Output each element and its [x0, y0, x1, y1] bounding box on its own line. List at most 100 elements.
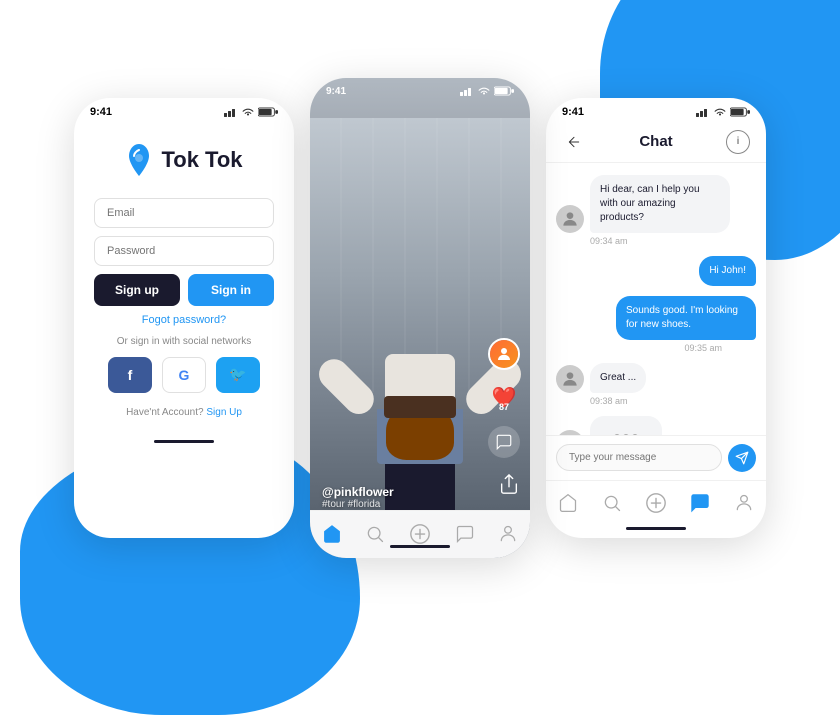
phone-login: 9:41: [74, 98, 294, 538]
chat-signal-icon: [696, 107, 710, 117]
battery-icon: [258, 107, 278, 117]
email-input[interactable]: [94, 198, 274, 228]
send-icon: [735, 451, 749, 465]
signin-button[interactable]: Sign in: [188, 274, 274, 306]
feed-actions: ❤️ 87: [488, 338, 520, 458]
sender-avatar-1: [556, 205, 584, 233]
heart-action[interactable]: ❤️ 87: [490, 384, 518, 412]
feed-wifi-icon: [477, 86, 491, 96]
back-icon: [566, 134, 582, 150]
info-button[interactable]: i: [726, 130, 750, 154]
login-time: 9:41: [90, 106, 112, 118]
register-text: Have'nt Account? Sign Up: [126, 407, 242, 418]
nav-profile[interactable]: [498, 524, 518, 544]
message-3: Sounds good. I'm looking for new shoes. …: [556, 296, 756, 353]
message-input[interactable]: [556, 444, 722, 471]
chat-input-area: [546, 435, 766, 480]
chat-nav: [546, 480, 766, 521]
feed-overlay-info: @pinkflower #tour #florida: [322, 485, 394, 510]
chat-add-icon: [645, 492, 667, 514]
logo-area: Tok Tok: [125, 142, 242, 178]
message-5-typing: [556, 416, 756, 435]
feed-signal-icon: [460, 86, 474, 96]
chat-header: Chat i: [546, 122, 766, 163]
profile-nav-icon: [498, 524, 518, 544]
social-label: Or sign in with social networks: [117, 336, 252, 347]
chat-nav-messages[interactable]: [686, 489, 714, 517]
home-indicator: [154, 440, 214, 443]
register-link[interactable]: Sign Up: [206, 407, 242, 418]
feed-nav: [310, 510, 530, 558]
feed-tags: #tour #florida: [322, 499, 394, 510]
feed-home-indicator: [390, 545, 450, 548]
message-1: Hi dear, can I help you with our amazing…: [556, 175, 756, 246]
chat-nav-profile[interactable]: [730, 489, 758, 517]
phone-chat: 9:41: [546, 98, 766, 538]
creator-avatar[interactable]: [488, 338, 520, 370]
nav-home[interactable]: [322, 524, 342, 544]
logo-text: Tok Tok: [161, 147, 242, 173]
chat-profile-icon: [734, 493, 754, 513]
back-button[interactable]: [562, 130, 586, 154]
chat-search-icon: [602, 493, 622, 513]
message-bubble-4: Great ...: [590, 363, 646, 393]
signup-button[interactable]: Sign up: [94, 274, 180, 306]
chat-home-icon: [558, 493, 578, 513]
logo-icon: [125, 142, 153, 178]
message-time-4: 09:38 am: [590, 396, 756, 406]
nav-chat[interactable]: [455, 524, 475, 544]
avatar-icon-1: [560, 209, 580, 229]
chat-wifi-icon: [713, 107, 727, 117]
send-button[interactable]: [728, 444, 756, 472]
chat-battery-icon: [730, 107, 750, 117]
feed-time: 9:41: [326, 86, 346, 97]
login-status-bar: 9:41: [74, 98, 294, 122]
home-icon: [322, 524, 342, 544]
chat-status-icons: [696, 107, 750, 117]
nav-search[interactable]: [365, 524, 385, 544]
login-status-icons: [224, 107, 278, 117]
google-button[interactable]: G: [162, 357, 206, 393]
chat-time: 9:41: [562, 106, 584, 118]
typing-bubble: [590, 416, 662, 435]
chat-title: Chat: [639, 133, 672, 150]
avatar-icon: [495, 345, 513, 363]
facebook-button[interactable]: f: [108, 357, 152, 393]
forgot-password-link[interactable]: Fogot password?: [142, 314, 226, 326]
signal-icon: [224, 107, 238, 117]
social-buttons: f G 🐦: [108, 357, 260, 393]
message-bubble-1: Hi dear, can I help you with our amazing…: [590, 175, 730, 233]
chat-msg-icon: [689, 492, 711, 514]
chat-nav-home[interactable]: [554, 489, 582, 517]
password-input[interactable]: [94, 236, 274, 266]
feed-battery-icon: [494, 86, 514, 96]
message-time-3: 09:35 am: [556, 343, 722, 353]
chat-status-bar: 9:41: [546, 98, 766, 122]
add-nav-icon: [409, 523, 431, 545]
auth-buttons: Sign up Sign in: [94, 274, 274, 306]
message-bubble-3: Sounds good. I'm looking for new shoes.: [616, 296, 756, 340]
share-button[interactable]: [498, 473, 520, 500]
chat-nav-icon: [455, 524, 475, 544]
phone-feed: 9:41: [310, 78, 530, 558]
nav-add[interactable]: [409, 523, 431, 545]
feed-username: @pinkflower: [322, 485, 394, 499]
comment-icon: [495, 433, 513, 451]
chat-nav-add[interactable]: [642, 489, 670, 517]
chat-nav-search[interactable]: [598, 489, 626, 517]
wifi-icon: [241, 107, 255, 117]
phones-container: 9:41: [0, 0, 840, 635]
twitter-button[interactable]: 🐦: [216, 357, 260, 393]
search-nav-icon: [365, 524, 385, 544]
message-2: Hi John!: [556, 256, 756, 286]
avatar-icon-4: [560, 369, 580, 389]
share-icon: [498, 473, 520, 495]
chat-home-indicator: [626, 527, 686, 530]
sender-avatar-4: [556, 365, 584, 393]
comment-action[interactable]: [488, 426, 520, 458]
feed-status-bar: 9:41: [310, 78, 530, 101]
feed-status-icons: [460, 86, 514, 96]
message-time-1: 09:34 am: [590, 236, 756, 246]
chat-messages: Hi dear, can I help you with our amazing…: [546, 163, 766, 435]
message-bubble-2: Hi John!: [699, 256, 756, 286]
